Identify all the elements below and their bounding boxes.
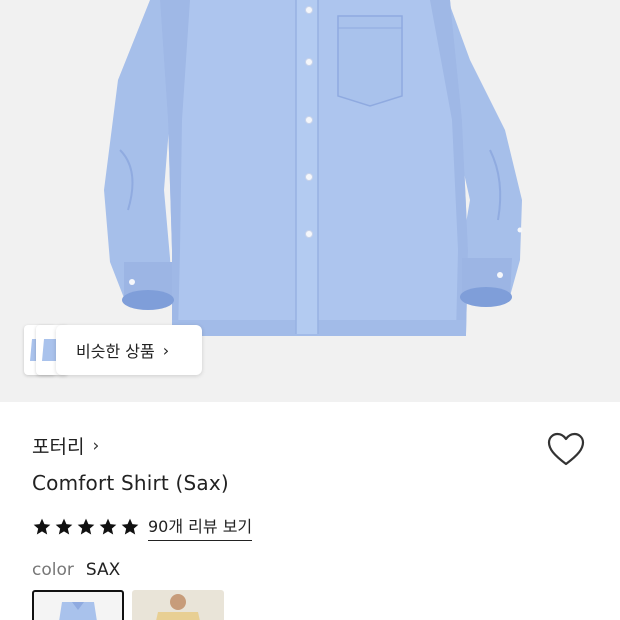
color-swatch-sax[interactable] xyxy=(32,590,124,620)
similar-products-button[interactable]: 비슷한 상품 › xyxy=(56,325,202,375)
color-row: color SAX xyxy=(32,560,120,580)
product-title: Comfort Shirt (Sax) xyxy=(32,471,229,495)
color-label: color xyxy=(32,560,74,580)
swatch-shirt-image xyxy=(59,602,97,620)
color-value: SAX xyxy=(85,560,121,580)
color-swatch-beige[interactable] xyxy=(132,590,224,620)
star-filled-icon xyxy=(55,518,73,535)
chevron-right-icon: › xyxy=(92,435,100,456)
heart-outline-icon xyxy=(547,432,585,466)
star-filled-icon xyxy=(121,518,139,535)
swatch-shirt-image xyxy=(156,594,200,620)
similar-products-label: 비슷한 상품 xyxy=(76,342,155,361)
rating-stars xyxy=(32,517,140,537)
brand-link[interactable]: 포터리 › xyxy=(32,432,99,459)
reviews-link[interactable]: 90개 리뷰 보기 xyxy=(148,513,253,541)
chevron-right-icon: › xyxy=(162,340,170,360)
rating-row: 90개 리뷰 보기 xyxy=(32,513,253,541)
star-filled-icon xyxy=(77,518,95,535)
star-filled-icon xyxy=(33,518,51,535)
star-filled-icon xyxy=(99,518,117,535)
wishlist-button[interactable] xyxy=(546,430,586,470)
product-hero-image[interactable]: 비슷한 상품 › xyxy=(0,0,620,402)
brand-name: 포터리 xyxy=(32,436,85,458)
